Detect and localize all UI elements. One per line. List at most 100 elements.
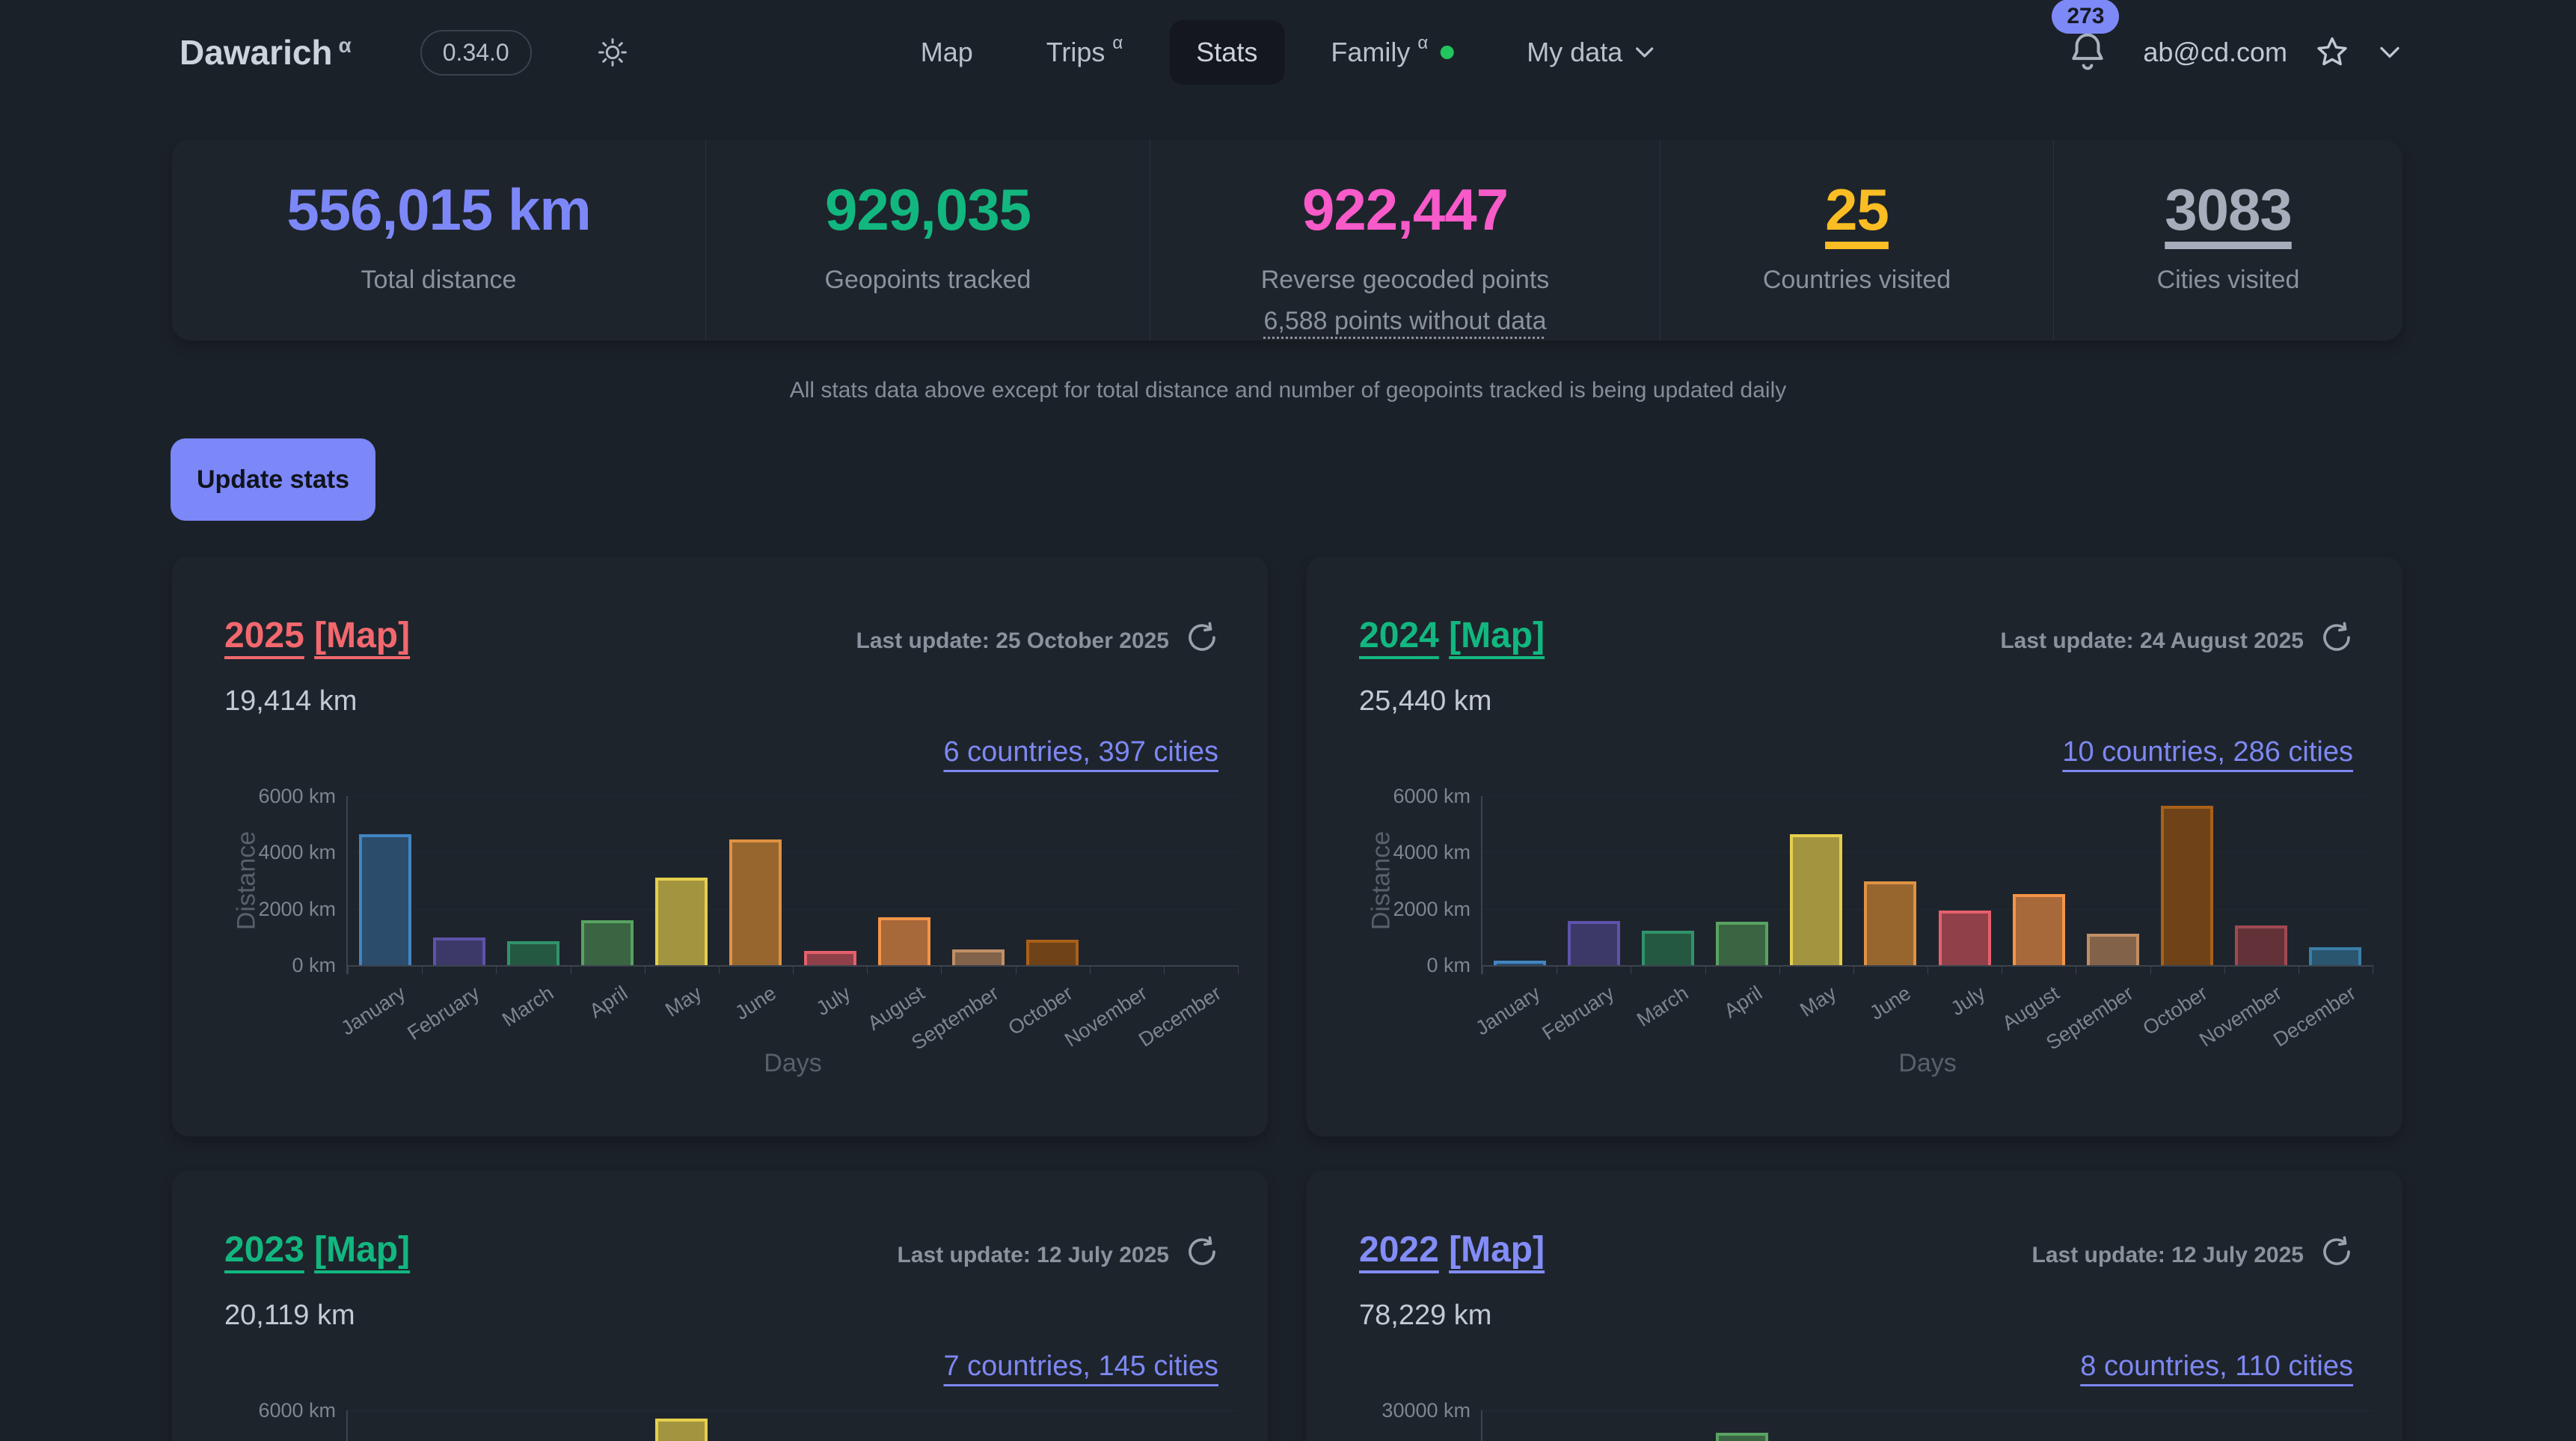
bar-may: [655, 878, 708, 965]
bar-october: [2161, 806, 2213, 965]
main-navigation: Map Tripsα Stats Familyα My data: [894, 20, 1683, 85]
bar-july: [1939, 911, 1991, 965]
app-logo-text: Dawarich: [180, 33, 333, 72]
family-alpha-superscript: α: [1417, 33, 1428, 54]
nav-family-label: Family: [1331, 37, 1410, 68]
stats-update-note: All stats data above except for total di…: [0, 378, 2576, 403]
bar-august: [2013, 894, 2065, 965]
y-tick-label: 6000 km: [209, 1399, 336, 1422]
gridline: [1482, 796, 2373, 797]
x-tick-mark: [1779, 965, 1780, 974]
x-tick-label: January: [1471, 982, 1544, 1040]
x-tick-mark: [1164, 965, 1165, 974]
notification-count-badge: 273: [2052, 0, 2119, 34]
y-axis-title: Distance: [1367, 831, 1396, 930]
nav-item-family[interactable]: Familyα: [1304, 20, 1480, 85]
geopoints-value: 929,035: [706, 177, 1150, 242]
navbar-right-group: 273 ab@cd.com: [2067, 29, 2402, 76]
countries-visited-label: Countries visited: [1660, 266, 2053, 295]
nav-my-data-label: My data: [1527, 37, 1622, 68]
family-online-status-dot: [1440, 46, 1453, 59]
y-tick-label: 4000 km: [209, 841, 336, 863]
y-tick-label: 0 km: [1343, 954, 1471, 976]
y-axis-line: [1481, 796, 1482, 974]
distance-bar-chart-2024: 0 km 2000 km 4000 km 6000 km JanuaryFebruary…: [1307, 557, 2402, 1136]
bar-february: [1568, 921, 1620, 965]
y-axis-line: [346, 796, 348, 974]
nav-item-stats[interactable]: Stats: [1169, 20, 1284, 85]
navbar: Dawarichα 0.34.0 Map Tripsα Stats Family…: [0, 0, 2576, 105]
notifications-button[interactable]: 273: [2067, 29, 2109, 76]
trips-alpha-superscript: α: [1112, 33, 1123, 54]
y-axis-title: Distance: [233, 831, 262, 930]
x-tick-mark: [793, 965, 794, 974]
x-axis-title: Days: [1898, 1049, 1956, 1078]
gridline: [348, 1410, 1238, 1411]
x-tick-label: June: [1865, 982, 1915, 1025]
x-tick-label: July: [812, 982, 854, 1021]
user-menu-button[interactable]: [2377, 44, 2402, 61]
x-tick-label: March: [1633, 982, 1693, 1032]
star-icon: [2314, 34, 2350, 70]
nav-item-my-data[interactable]: My data: [1500, 20, 1682, 85]
year-card-2024: 2024 [Map] Last update: 24 August 2025 2…: [1307, 557, 2402, 1136]
gridline: [1482, 1410, 2373, 1411]
reverse-geocoded-label: Reverse geocoded points: [1150, 266, 1660, 295]
version-badge: 0.34.0: [420, 30, 532, 76]
x-tick-mark: [496, 965, 497, 974]
y-tick-label: 6000 km: [1343, 785, 1471, 807]
x-tick-label: December: [1135, 982, 1225, 1052]
bar-june: [1864, 881, 1916, 965]
bar-november: [2235, 926, 2287, 965]
sun-icon: [596, 36, 629, 69]
nav-stats-label: Stats: [1196, 37, 1257, 68]
year-card-2025: 2025 [Map] Last update: 25 October 2025 …: [172, 557, 1268, 1136]
cities-visited-value: 3083: [2054, 177, 2402, 242]
bar-april: [581, 920, 634, 965]
nav-map-label: Map: [921, 37, 973, 68]
nav-item-map[interactable]: Map: [894, 20, 1000, 85]
nav-trips-label: Trips: [1046, 37, 1105, 68]
y-tick-label: 4000 km: [1343, 841, 1471, 863]
x-tick-mark: [1238, 965, 1239, 974]
user-email[interactable]: ab@cd.com: [2143, 37, 2287, 68]
x-tick-label: February: [1538, 982, 1618, 1045]
x-tick-label: December: [2269, 982, 2360, 1052]
bar-september: [2087, 934, 2139, 965]
bell-icon: [2067, 29, 2109, 76]
distance-bar-chart-2025: 0 km2000 km4000 km6000 kmJanuaryFebruary…: [172, 557, 1268, 1136]
chevron-down-icon: [2377, 44, 2402, 61]
x-tick-label: April: [586, 982, 632, 1023]
points-without-data-label[interactable]: 6,588 points without data: [1150, 307, 1660, 336]
bar-may: [655, 1419, 708, 1441]
bar-may: [1790, 834, 1842, 965]
x-tick-label: May: [1796, 982, 1841, 1022]
bar-december: [2309, 947, 2361, 966]
update-stats-button[interactable]: Update stats: [171, 438, 375, 521]
total-distance-value: 556,015 km: [172, 177, 705, 242]
stat-card-reverse-geocoded: 922,447 Reverse geocoded points 6,588 po…: [1150, 140, 1660, 340]
app-logo[interactable]: Dawarichα: [180, 32, 352, 73]
favorites-button[interactable]: [2314, 34, 2350, 70]
stat-card-countries: 25 Countries visited: [1660, 140, 2053, 340]
theme-toggle-button[interactable]: [596, 36, 629, 69]
x-tick-label: May: [661, 982, 706, 1022]
y-tick-label: 2000 km: [1343, 898, 1471, 920]
bar-june: [729, 839, 782, 965]
x-tick-label: November: [2195, 982, 2286, 1052]
x-tick-mark: [348, 965, 349, 974]
bar-april: [1716, 922, 1768, 965]
chevron-down-icon: [1633, 45, 1655, 60]
x-tick-mark: [422, 965, 423, 974]
cities-visited-label: Cities visited: [2054, 266, 2402, 295]
x-tick-mark: [2150, 965, 2151, 974]
y-axis-line: [346, 1410, 348, 1441]
x-tick-label: February: [403, 982, 483, 1045]
bar-march: [1642, 931, 1694, 965]
x-tick-label: November: [1061, 982, 1151, 1052]
reverse-geocoded-value: 922,447: [1150, 177, 1660, 242]
x-tick-mark: [1482, 965, 1483, 974]
x-tick-mark: [1090, 965, 1091, 974]
nav-item-trips[interactable]: Tripsα: [1019, 20, 1150, 85]
bar-october: [1026, 940, 1079, 965]
